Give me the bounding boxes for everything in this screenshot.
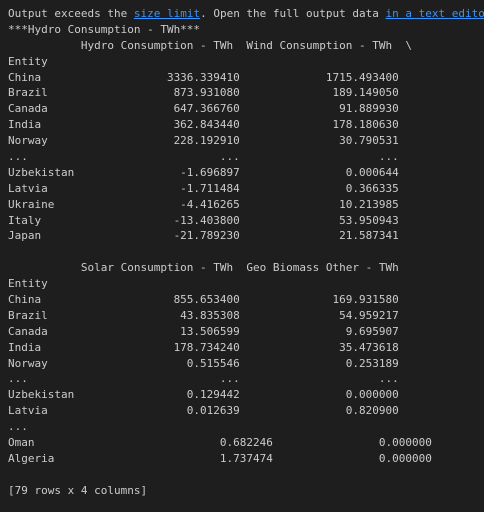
table-rows: China 855.653400 169.931580 Brazil 43.835… — [8, 292, 476, 467]
table-row: Uzbekistan -1.696897 0.000644 — [8, 165, 399, 179]
table-row: Ukraine -4.416265 10.213985 — [8, 197, 399, 211]
table-row: Japan -21.789230 21.587341 — [8, 229, 399, 243]
table-row: Norway 228.192910 30.790531 — [8, 134, 399, 148]
table-row: Brazil 873.931080 189.149050 — [8, 86, 399, 100]
table-row: Oman 0.682246 0.000000 — [8, 436, 432, 450]
banner-prefix: Output exceeds the — [8, 7, 134, 20]
table-row: China 3336.339410 1715.493400 — [8, 70, 399, 84]
banner-middle: . Open the full output data — [200, 7, 386, 20]
shape-footer: [79 rows x 4 columns] — [8, 483, 148, 497]
solar-biomass-table: Solar Consumption - TWh Geo Biomass Othe… — [8, 260, 476, 467]
open-in-text-editor-link[interactable]: in a text editor — [386, 7, 484, 20]
table-row: Canada 13.506599 9.695907 — [8, 324, 399, 338]
output-title: ***Hydro Consumption - TWh*** — [8, 22, 201, 36]
table-row: ... ... ... — [8, 150, 399, 164]
table-row: Norway 0.515546 0.253189 — [8, 356, 399, 370]
table-header: Hydro Consumption - TWh Wind Consumption… — [8, 38, 412, 52]
table-row: ... — [8, 420, 28, 434]
table-row: Italy -13.403800 53.950943 — [8, 213, 399, 227]
table-row: Canada 647.366760 91.889930 — [8, 102, 399, 116]
output-panel: Output exceeds the size limit. Open the … — [0, 0, 484, 512]
table-row: Latvia -1.711484 0.366335 — [8, 181, 399, 195]
size-limit-link[interactable]: size limit — [134, 7, 200, 20]
table-row: Brazil 43.835308 54.959217 — [8, 308, 399, 322]
table-index-label: Entity — [8, 54, 48, 68]
hydro-wind-table: Hydro Consumption - TWh Wind Consumption… — [8, 38, 476, 245]
table-row: Uzbekistan 0.129442 0.000000 — [8, 388, 399, 402]
table-index-label: Entity — [8, 277, 48, 291]
table-rows: China 3336.339410 1715.493400 Brazil 873.… — [8, 70, 476, 245]
table-row: India 178.734240 35.473618 — [8, 340, 399, 354]
table-row: Algeria 1.737474 0.000000 — [8, 451, 432, 465]
table-header: Solar Consumption - TWh Geo Biomass Othe… — [8, 261, 399, 275]
table-row: China 855.653400 169.931580 — [8, 293, 399, 307]
table-row: ... ... ... — [8, 372, 399, 386]
table-row: Latvia 0.012639 0.820900 — [8, 404, 399, 418]
size-limit-banner: Output exceeds the size limit. Open the … — [8, 6, 484, 22]
table-row: India 362.843440 178.180630 — [8, 118, 399, 132]
